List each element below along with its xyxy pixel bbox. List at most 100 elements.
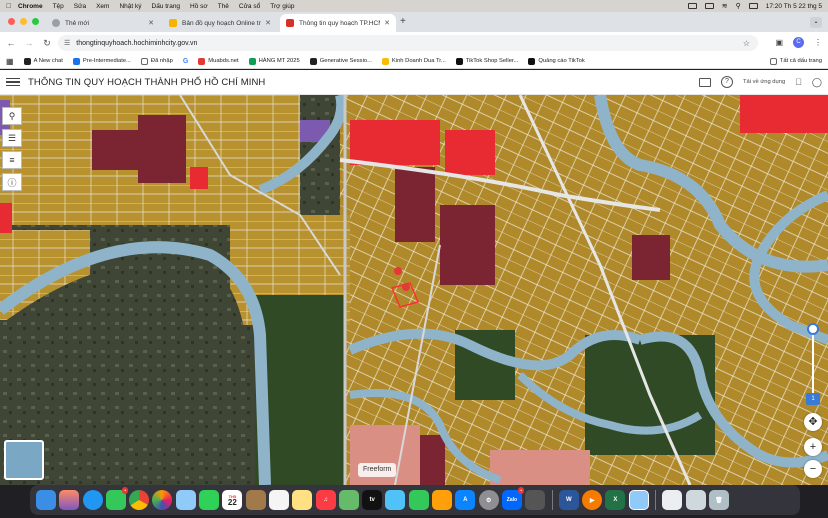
menu-profiles[interactable]: Hồ sơ bbox=[190, 3, 208, 10]
bookmark-item[interactable]: Muabds.net bbox=[198, 57, 239, 65]
site-info-icon[interactable]: ☰ bbox=[64, 39, 70, 47]
menu-view[interactable]: Xem bbox=[96, 3, 109, 10]
preview-icon[interactable] bbox=[175, 490, 196, 510]
apps-icon[interactable]: ▦ bbox=[6, 57, 14, 66]
all-bookmarks[interactable]: Tất cả dấu trang bbox=[769, 57, 822, 65]
apple-icon[interactable]:  bbox=[6, 3, 18, 10]
back-icon[interactable]: ← bbox=[4, 38, 18, 48]
numbers-icon[interactable] bbox=[408, 490, 429, 510]
safari-icon[interactable] bbox=[82, 490, 103, 510]
map-search-button[interactable]: ⚲ bbox=[2, 107, 22, 125]
menu-app[interactable]: Chrome bbox=[18, 3, 43, 10]
more-menu-icon[interactable]: ⋮ bbox=[814, 38, 822, 47]
appletv-icon[interactable]: tv bbox=[362, 490, 383, 510]
wifi-icon[interactable]: ≋ bbox=[722, 2, 728, 10]
bookmark-item[interactable]: Kinh Doanh Dua Tr... bbox=[381, 57, 446, 65]
map-canvas[interactable] bbox=[0, 95, 828, 485]
close-icon[interactable]: ✕ bbox=[148, 19, 154, 27]
pan-button[interactable]: ✥ bbox=[804, 413, 822, 431]
excel-icon[interactable]: X bbox=[605, 490, 626, 510]
phone-mirror-icon[interactable] bbox=[525, 490, 546, 510]
facetime-icon[interactable] bbox=[199, 490, 220, 510]
photos-icon[interactable] bbox=[152, 490, 173, 510]
mail-icon[interactable] bbox=[698, 77, 711, 87]
bookmark-star-icon[interactable]: ☆ bbox=[743, 39, 750, 48]
menu-tab[interactable]: Thẻ bbox=[218, 3, 229, 10]
trash-icon[interactable]: 🗑 bbox=[708, 490, 729, 510]
menu-history[interactable]: Nhật ký bbox=[119, 3, 141, 10]
battery-icon[interactable] bbox=[704, 3, 714, 9]
zoom-in-button[interactable]: + bbox=[804, 438, 822, 456]
help-icon[interactable]: ? bbox=[720, 76, 733, 88]
menu-window[interactable]: Cửa sổ bbox=[239, 3, 260, 10]
clock[interactable]: 17:20 Th 5 22 thg 5 bbox=[766, 3, 822, 10]
bookmark-item[interactable]: A New chat bbox=[23, 57, 63, 65]
tab-search-icon[interactable]: ⌄ bbox=[810, 17, 822, 28]
document-icon[interactable] bbox=[662, 490, 683, 510]
messages-icon[interactable]: • bbox=[105, 487, 128, 510]
zalo-icon[interactable]: Zalo • bbox=[501, 487, 524, 510]
zoom-out-button[interactable]: − bbox=[804, 460, 822, 478]
tab-new[interactable]: Thẻ mới ✕ bbox=[46, 14, 160, 32]
reload-icon[interactable]: ↻ bbox=[40, 38, 54, 49]
settings-icon[interactable]: ⚙ bbox=[478, 490, 499, 510]
menu-file[interactable]: Tệp bbox=[53, 3, 64, 10]
tab-planning-map[interactable]: Bản đồ quy hoạch Online trực tu ✕ bbox=[163, 14, 277, 32]
download-app-label[interactable]: Tải về ứng dụng bbox=[743, 79, 785, 85]
profile-avatar[interactable]: C bbox=[793, 37, 804, 48]
close-window-button[interactable] bbox=[8, 18, 15, 25]
bookmark-item[interactable]: HÀNG MT 2025 bbox=[248, 57, 300, 65]
keynote-icon[interactable]: ▶ bbox=[582, 490, 603, 510]
bookmark-folder[interactable]: Đã nhập bbox=[140, 57, 173, 65]
zoom-slider-handle[interactable] bbox=[807, 323, 819, 335]
freeform-label[interactable]: Freeform bbox=[358, 463, 397, 477]
layers-button[interactable]: ☰ bbox=[2, 129, 22, 147]
search-icon[interactable]: ⚲ bbox=[736, 2, 741, 10]
maps-icon[interactable] bbox=[338, 490, 359, 510]
bookmark-google[interactable]: G bbox=[183, 58, 188, 65]
url-text[interactable]: thongtinquyhoach.hochiminhcity.gov.vn bbox=[76, 40, 197, 47]
reminders-icon[interactable] bbox=[268, 490, 289, 510]
zoom-level-marker[interactable]: 1 bbox=[806, 393, 820, 405]
finder-icon[interactable] bbox=[36, 490, 56, 510]
map-pin-icon[interactable] bbox=[394, 267, 402, 275]
spreadsheet-icon[interactable] bbox=[685, 490, 706, 510]
map-pin-icon[interactable] bbox=[402, 283, 410, 291]
bookmark-item[interactable]: TikTok Shop Seller... bbox=[455, 57, 518, 65]
minimap[interactable] bbox=[4, 440, 44, 480]
minimize-window-button[interactable] bbox=[20, 18, 27, 25]
bookmark-item[interactable]: Quảng cáo TikTok bbox=[528, 57, 585, 65]
new-tab-button[interactable]: + bbox=[400, 16, 406, 27]
menu-edit[interactable]: Sửa bbox=[74, 3, 86, 10]
bookmark-item[interactable]: Generative Sessio... bbox=[309, 57, 372, 65]
tab-hcm-planning[interactable]: Thông tin quy hoạch TP.HCM ✕ bbox=[280, 14, 396, 32]
info-button[interactable]: ⓘ bbox=[2, 173, 22, 191]
menu-bookmarks[interactable]: Dấu trang bbox=[152, 3, 181, 10]
address-bar[interactable]: ☰ thongtinquyhoach.hochiminhcity.gov.vn … bbox=[58, 35, 758, 51]
preview-window-icon[interactable] bbox=[628, 490, 649, 510]
zoom-slider[interactable] bbox=[812, 327, 814, 397]
menu-help[interactable]: Trợ giúp bbox=[270, 3, 294, 10]
legend-button[interactable]: ≡ bbox=[2, 151, 22, 169]
control-center-icon[interactable] bbox=[748, 3, 758, 9]
hamburger-menu-icon[interactable] bbox=[6, 75, 20, 89]
planning-map[interactable]: ⚲ ☰ ≡ ⓘ Freeform 1 ✥ + − bbox=[0, 95, 828, 485]
android-icon[interactable]: ◯ bbox=[812, 77, 822, 88]
word-icon[interactable]: W bbox=[558, 490, 579, 510]
bookmark-item[interactable]: Pre-Intermediate... bbox=[72, 57, 131, 65]
zoom-window-button[interactable] bbox=[32, 18, 39, 25]
appstore-icon[interactable]: A bbox=[455, 490, 476, 510]
chrome-icon[interactable] bbox=[129, 490, 150, 510]
calendar-icon[interactable]: TH5 22 bbox=[222, 490, 243, 510]
extensions-icon[interactable]: ▣ bbox=[775, 38, 783, 47]
close-icon[interactable]: ✕ bbox=[384, 19, 390, 27]
screen-mirror-icon[interactable] bbox=[687, 3, 697, 9]
close-icon[interactable]: ✕ bbox=[265, 19, 271, 27]
music-icon[interactable]: ♫ bbox=[315, 490, 336, 510]
notes-icon[interactable] bbox=[292, 490, 313, 510]
forward-icon[interactable]: → bbox=[22, 38, 36, 48]
pages-icon[interactable] bbox=[432, 490, 453, 510]
files-icon[interactable] bbox=[385, 490, 406, 510]
contacts-icon[interactable] bbox=[245, 490, 266, 510]
apple-store-icon[interactable]:  bbox=[795, 77, 802, 87]
